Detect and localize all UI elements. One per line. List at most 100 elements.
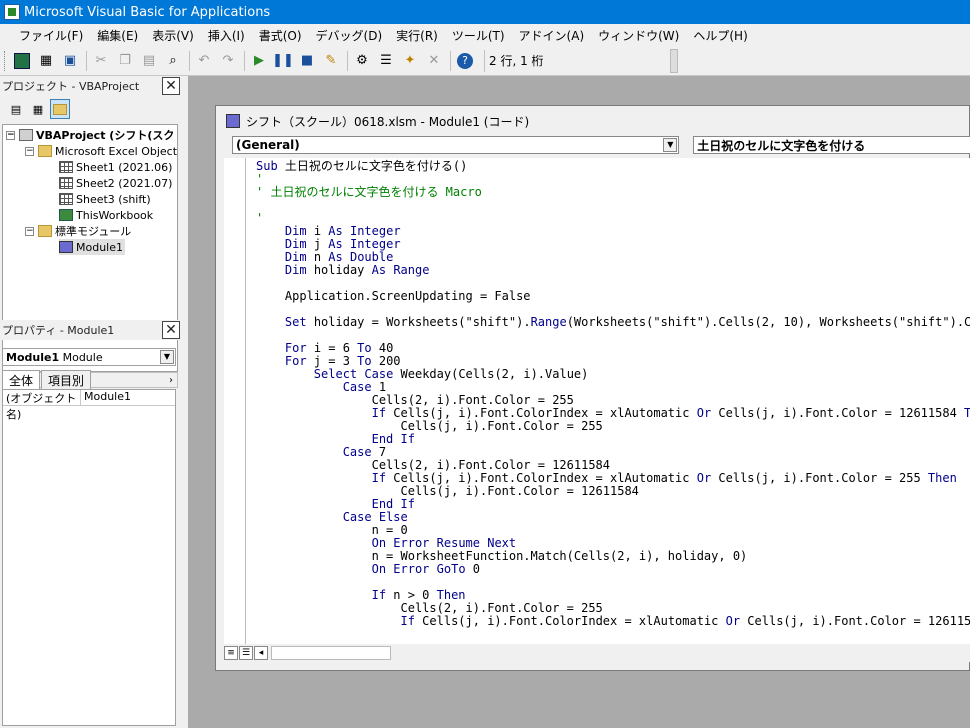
procedure-view-icon[interactable]: ≡ <box>224 646 238 660</box>
menu-window[interactable]: ウィンドウ(W) <box>591 27 686 44</box>
tree-item-module1[interactable]: Module1 <box>59 239 125 255</box>
code-window: シフト（スクール）0618.xlsm - Module1 (コード) (Gene… <box>215 105 970 671</box>
redo-icon[interactable]: ↷ <box>217 50 239 72</box>
tree-item-standard-modules[interactable]: − 標準モジュール <box>25 223 131 239</box>
vba-app-icon <box>4 4 20 20</box>
cut-icon[interactable]: ✂ <box>90 50 112 72</box>
project-toolbar: ▤ ▦ <box>0 96 182 122</box>
module-icon <box>59 241 73 253</box>
copy-icon[interactable]: ❐ <box>114 50 136 72</box>
reset-icon[interactable]: ■ <box>296 50 318 72</box>
toolbar-grip[interactable] <box>4 50 7 71</box>
tree-item-excel-objects[interactable]: − Microsoft Excel Object <box>25 143 177 159</box>
collapse-icon[interactable]: − <box>25 146 34 156</box>
collapse-icon[interactable]: − <box>6 130 15 140</box>
properties-window: プロパティ - Module1 ✕ Module1 Module ▼ 全体 項目… <box>0 320 182 728</box>
margin-indicator-bar[interactable] <box>224 158 246 644</box>
code-line[interactable]: Set holiday = Worksheets("shift").Range(… <box>256 316 970 329</box>
code-window-title: シフト（スクール）0618.xlsm - Module1 (コード) <box>246 114 530 129</box>
properties-pane-title: プロパティ - Module1 <box>2 324 115 337</box>
menu-bar: ファイル(F) 編集(E) 表示(V) 挿入(I) 書式(O) デバッグ(D) … <box>0 24 970 46</box>
menu-insert[interactable]: 挿入(I) <box>201 27 252 44</box>
tab-categorized[interactable]: 項目別 <box>41 370 92 390</box>
object-browser-icon[interactable]: ✦ <box>399 50 421 72</box>
properties-pane-title-bar: プロパティ - Module1 ✕ <box>0 320 182 340</box>
property-name: (オブジェクト名) <box>3 390 81 421</box>
project-pane-title: プロジェクト - VBAProject <box>2 80 140 93</box>
tree-item-sheet2[interactable]: Sheet2 (2021.07) <box>59 175 172 191</box>
tree-item-thisworkbook[interactable]: ThisWorkbook <box>59 207 153 223</box>
procedure-combo[interactable]: 土日祝のセルに文字色を付ける <box>693 136 970 154</box>
view-excel-icon[interactable] <box>11 50 33 72</box>
chevron-down-icon[interactable]: ▼ <box>160 350 174 364</box>
project-explorer: プロジェクト - VBAProject ✕ ▤ ▦ − VBAProject (… <box>0 76 182 388</box>
help-icon[interactable]: ? <box>454 50 476 72</box>
break-icon[interactable]: ❚❚ <box>272 50 294 72</box>
code-text[interactable]: Sub 土日祝のセルに文字色を付ける() ' ' 土日祝のセルに文字色を付ける Ma… <box>256 160 970 628</box>
find-icon[interactable]: ⌕ <box>162 50 184 72</box>
object-name: Module1 <box>6 350 60 364</box>
project-pane-title-bar: プロジェクト - VBAProject ✕ <box>0 76 182 96</box>
code-line[interactable]: Sub 土日祝のセルに文字色を付ける() <box>256 160 970 173</box>
code-window-footer: ≡ ☰ ◂ <box>224 644 970 662</box>
folder-icon <box>38 145 52 157</box>
full-module-view-icon[interactable]: ☰ <box>239 646 253 660</box>
close-project-icon[interactable]: ✕ <box>162 77 180 95</box>
code-line[interactable]: ' 土日祝のセルに文字色を付ける Macro <box>256 186 970 199</box>
module-icon <box>226 114 240 128</box>
code-line[interactable]: If Cells(j, i).Font.ColorIndex = xlAutom… <box>256 615 970 628</box>
code-line[interactable]: Dim holiday As Range <box>256 264 970 277</box>
project-icon <box>19 129 33 141</box>
title-bar: Microsoft Visual Basic for Applications <box>0 0 970 24</box>
object-select[interactable]: Module1 Module ▼ <box>2 348 176 366</box>
folder-icon <box>38 225 52 237</box>
cursor-position: 2 行, 1 桁 <box>484 49 670 72</box>
paste-icon[interactable]: ▤ <box>138 50 160 72</box>
code-combos: (General) ▼ 土日祝のセルに文字色を付ける <box>232 136 970 156</box>
close-properties-icon[interactable]: ✕ <box>162 321 180 339</box>
menu-view[interactable]: 表示(V) <box>145 27 201 44</box>
menu-file[interactable]: ファイル(F) <box>12 27 90 44</box>
menu-format[interactable]: 書式(O) <box>252 27 309 44</box>
toolbox-icon[interactable]: ✕ <box>423 50 445 72</box>
tree-item-sheet1[interactable]: Sheet1 (2021.06) <box>59 159 172 175</box>
design-mode-icon[interactable]: ✎ <box>320 50 342 72</box>
run-icon[interactable]: ▶ <box>248 50 270 72</box>
properties-tabs: 全体 項目別 <box>2 370 92 390</box>
window-title: Microsoft Visual Basic for Applications <box>24 4 271 20</box>
code-editor[interactable]: Sub 土日祝のセルに文字色を付ける() ' ' 土日祝のセルに文字色を付ける Ma… <box>224 158 970 644</box>
tab-alphabetic[interactable]: 全体 <box>2 370 41 390</box>
standard-toolbar: ▦ ▣ ✂ ❐ ▤ ⌕ ↶ ↷ ▶ ❚❚ ■ ✎ ⚙ ☰ ✦ ✕ ? 2 行, … <box>0 46 970 76</box>
menu-edit[interactable]: 編集(E) <box>90 27 145 44</box>
menu-help[interactable]: ヘルプ(H) <box>686 27 754 44</box>
object-combo[interactable]: (General) ▼ <box>232 136 680 154</box>
tree-item-vbaproject[interactable]: − VBAProject (シフト(スク <box>6 127 174 143</box>
scroll-left-icon[interactable]: ◂ <box>254 646 268 660</box>
collapse-icon[interactable]: − <box>25 226 34 236</box>
property-value[interactable]: Module1 <box>81 390 131 405</box>
sheet-icon <box>59 193 73 205</box>
toolbar-options[interactable] <box>670 48 678 73</box>
chevron-down-icon[interactable]: ▼ <box>663 138 678 152</box>
menu-debug[interactable]: デバッグ(D) <box>309 27 390 44</box>
code-line[interactable]: Application.ScreenUpdating = False <box>256 290 970 303</box>
menu-run[interactable]: 実行(R) <box>389 27 445 44</box>
view-code-icon[interactable]: ▤ <box>6 99 26 119</box>
undo-icon[interactable]: ↶ <box>193 50 215 72</box>
menu-addins[interactable]: アドイン(A) <box>512 27 592 44</box>
code-hscrollbar[interactable] <box>271 646 391 660</box>
workbook-icon <box>59 209 73 221</box>
menu-tools[interactable]: ツール(T) <box>445 27 512 44</box>
property-row[interactable]: (オブジェクト名) Module1 <box>3 390 175 421</box>
save-icon[interactable]: ▣ <box>59 50 81 72</box>
tree-item-sheet3[interactable]: Sheet3 (shift) <box>59 191 151 207</box>
view-object-icon[interactable]: ▦ <box>28 99 48 119</box>
properties-grid: (オブジェクト名) Module1 <box>2 389 176 726</box>
code-line[interactable] <box>256 199 970 212</box>
code-line[interactable]: On Error GoTo 0 <box>256 563 970 576</box>
sheet-icon <box>59 177 73 189</box>
properties-window-icon[interactable]: ☰ <box>375 50 397 72</box>
toggle-folders-icon[interactable] <box>50 99 70 119</box>
insert-module-icon[interactable]: ▦ <box>35 50 57 72</box>
project-explorer-icon[interactable]: ⚙ <box>351 50 373 72</box>
